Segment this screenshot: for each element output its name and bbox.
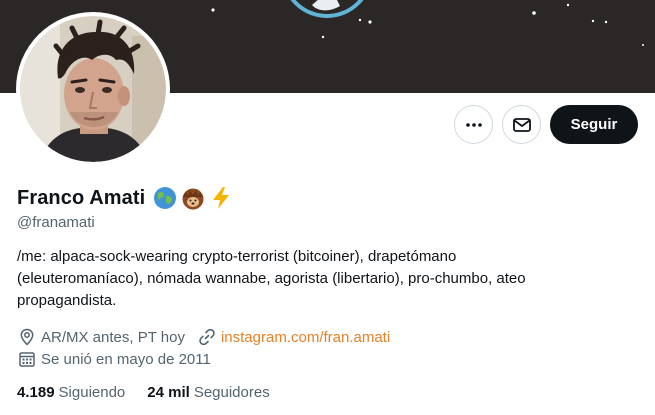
avatar-image [20,16,166,162]
bio-line: /me: alpaca-sock-wearing crypto-terroris… [17,248,457,265]
website-link[interactable]: instagram.com/fran.amati [221,329,390,346]
following-label: Siguiendo [58,384,126,401]
display-name: Franco Amati [17,186,146,209]
lightning-emoji-icon [213,187,230,209]
location-icon [17,327,37,347]
following-link[interactable]: 4.189 Siguiendo [17,384,125,401]
ellipsis-icon [465,122,482,127]
name-emojis [153,186,233,210]
message-button[interactable] [502,105,541,144]
follow-button[interactable]: Seguir [550,105,638,144]
location-text: AR/MX antes, PT hoy [41,328,185,346]
bio-line: (eleuteromaníaco), nómada wannabe, agori… [17,270,526,287]
profile-actions: Seguir [454,105,638,144]
followers-count: 24 mil [147,384,190,401]
hedgehog-emoji-icon [182,188,204,210]
joined-row: Se unió en mayo de 2011 [17,349,211,369]
followers-link[interactable]: 24 mil Seguidores [147,384,269,401]
joined-text: Se unió en mayo de 2011 [41,350,211,368]
name-row: Franco Amati [17,186,233,210]
more-button[interactable] [454,105,493,144]
bio-line: propagandista. [17,292,117,309]
globe-emoji-icon [154,187,177,209]
link-icon [197,327,217,347]
followers-label: Seguidores [193,384,270,401]
bio: /me: alpaca-sock-wearing crypto-terroris… [17,246,637,312]
follow-stats: 4.189 Siguiendo 24 mil Seguidores [17,384,292,401]
calendar-icon [17,349,37,369]
handle: @franamati [17,214,95,231]
profile-meta: AR/MX antes, PT hoy instagram.com/fran.a… [17,327,390,347]
following-count: 4.189 [17,384,55,401]
envelope-icon [512,117,531,132]
avatar[interactable] [16,12,170,166]
